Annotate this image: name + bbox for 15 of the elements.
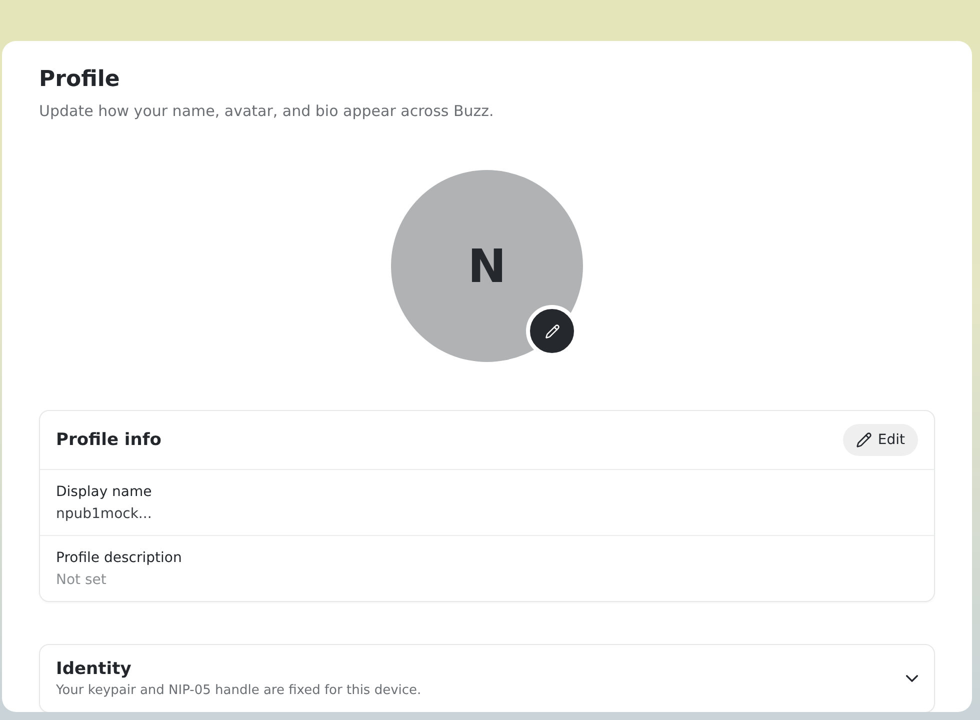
chevron-down-icon — [906, 675, 918, 682]
pencil-icon — [544, 324, 560, 338]
page-subtitle: Update how your name, avatar, and bio appear across Buzz. — [39, 102, 494, 120]
field-value: Not set — [56, 572, 106, 588]
field-label: Display name — [56, 484, 152, 500]
section-title: Identity — [56, 659, 132, 679]
pencil-icon — [856, 432, 872, 448]
section-title: Profile info — [56, 430, 162, 450]
field-value: npub1mock... — [56, 506, 152, 522]
page-title: Profile — [39, 67, 120, 92]
expand-toggle[interactable] — [906, 675, 918, 682]
section-subtitle: Your keypair and NIP-05 handle are fixed for this device. — [56, 683, 422, 698]
field-label: Profile description — [56, 550, 182, 566]
edit-button[interactable]: Edit — [842, 424, 918, 456]
avatar-initial: N — [468, 239, 506, 293]
